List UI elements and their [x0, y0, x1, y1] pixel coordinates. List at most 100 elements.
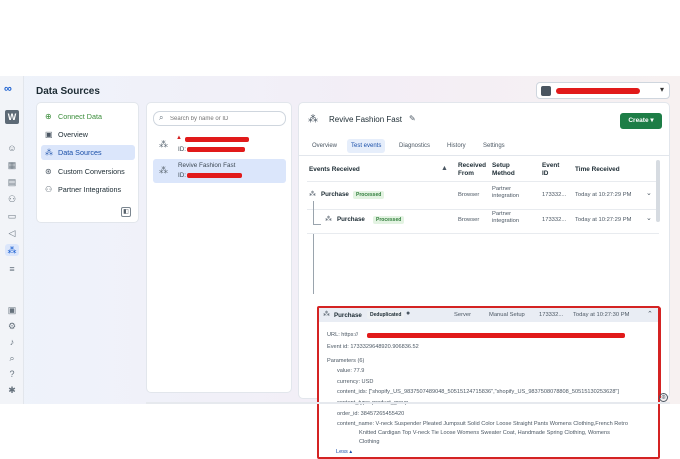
header-line: Setup — [492, 162, 510, 169]
nav-overview[interactable]: ▣ Overview — [41, 127, 135, 142]
header-line: ID — [542, 170, 549, 177]
grid-icon[interactable]: ▦ — [6, 159, 18, 171]
status-badge: Processed — [373, 216, 405, 224]
header-line: Received — [458, 162, 487, 169]
param-content-name: content_name: V-neck Suspender Pleated J… — [337, 421, 628, 427]
create-label: Create — [628, 117, 649, 124]
source-item-selected[interactable]: ⁂ Revive Fashion Fast ID: — [153, 159, 286, 183]
horizontal-scrollbar[interactable] — [306, 379, 660, 383]
chevron-up-icon[interactable]: ⌃ — [647, 310, 653, 318]
globe-help-icon[interactable]: ◍ — [659, 393, 668, 402]
tab-settings[interactable]: Settings — [479, 139, 509, 153]
event-id-detail: Event id: 1733329648920.906836.52 — [327, 344, 419, 350]
panel-title: Revive Fashion Fast — [329, 115, 402, 124]
tab-diagnostics[interactable]: Diagnostics — [395, 139, 434, 153]
smiley-icon[interactable]: ☺ — [6, 142, 18, 154]
data-source-icon: ⁂ — [308, 114, 318, 125]
conversions-icon: ⊛ — [45, 167, 52, 176]
column-time-received[interactable]: Time Received — [575, 166, 620, 174]
nav-data-sources[interactable]: ⁂ Data Sources — [41, 145, 135, 160]
url-label: URL: https:// — [327, 332, 359, 338]
status-badge: Deduplicated — [367, 311, 405, 319]
data-sources-icon[interactable]: ⁂ — [5, 244, 19, 256]
menu-icon[interactable]: ≡ — [6, 263, 18, 275]
help-icon[interactable]: ? — [6, 368, 18, 380]
data-source-icon: ⁂ — [159, 139, 168, 149]
setup-method-value: Partner integration — [492, 211, 519, 225]
nav-label: Connect Data — [58, 112, 102, 121]
tab-test-events[interactable]: Test events — [347, 139, 386, 153]
param-value: value: 77.9 — [337, 368, 365, 374]
event-id-value: 173332... — [539, 312, 564, 318]
chevron-down-icon: ▾ — [659, 85, 664, 94]
column-events-received[interactable]: Events Received — [309, 166, 360, 174]
account-selector[interactable]: ▾ — [536, 82, 670, 99]
redacted-source-name — [185, 137, 249, 142]
column-event-id[interactable]: Event ID — [542, 162, 559, 178]
param-content-name-cont: Clothing — [359, 439, 380, 445]
nav-custom-conversions[interactable]: ⊛ Custom Conversions — [41, 164, 135, 179]
header-line: Method — [492, 170, 515, 177]
card-icon[interactable]: ▭ — [6, 210, 18, 222]
search-input[interactable] — [153, 111, 286, 126]
tree-connector — [313, 234, 314, 294]
tree-connector — [313, 201, 314, 225]
document-icon[interactable]: ▤ — [6, 176, 18, 188]
megaphone-icon[interactable]: ◁ — [6, 227, 18, 239]
bug-icon[interactable]: ✱ — [6, 384, 18, 396]
column-received-from[interactable]: Received From — [458, 162, 486, 178]
param-content-ids: content_ids: ["shopify_US_9837507489048_… — [337, 389, 619, 395]
global-nav-rail: ∞ W ☺ ▦ ▤ ⚇ ▭ ◁ ⁂ ≡ ▣ ⚙ ♪ ⌕ ? ✱ — [0, 76, 24, 404]
collapse-sidebar-icon[interactable]: ◧ — [121, 207, 131, 217]
plus-circle-icon: ⊕ — [45, 112, 52, 121]
event-node-icon: ⁂ — [323, 311, 330, 318]
row-divider — [307, 209, 659, 210]
nav-connect-data[interactable]: ⊕ Connect Data — [41, 109, 135, 124]
row-divider — [307, 233, 659, 234]
search-icon[interactable]: ⌕ — [6, 352, 18, 364]
parameters-heading: Parameters (6) — [327, 358, 365, 364]
time-received-value: Today at 10:27:29 PM — [575, 217, 632, 223]
setup-line: integration — [492, 218, 520, 224]
event-node-icon: ⁂ — [325, 216, 332, 223]
source-item[interactable]: ⁂ ▲ ID: — [153, 133, 286, 157]
event-name: Purchase — [334, 312, 362, 319]
redacted-url — [367, 333, 625, 338]
section-nav: ⊕ Connect Data ▣ Overview ⁂ Data Sources… — [36, 102, 139, 223]
event-node-icon: ⁂ — [309, 191, 316, 198]
nav-partner-integrations[interactable]: ⚇ Partner Integrations — [41, 182, 135, 197]
data-sources-list: ⌕ ⁂ ▲ ID: ⁂ Revive Fashion Fast ID: — [146, 102, 292, 393]
less-link[interactable]: Less ▴ — [336, 449, 352, 455]
bell-icon[interactable]: ♪ — [6, 336, 18, 348]
info-icon[interactable]: ● — [406, 310, 410, 317]
tab-divider — [299, 155, 669, 156]
tree-connector — [313, 224, 321, 225]
tab-history[interactable]: History — [443, 139, 470, 153]
create-button[interactable]: Create ▾ — [620, 113, 662, 129]
table-row-expanded[interactable]: ⁂ Purchase Deduplicated ● Server Manual … — [319, 308, 658, 322]
param-order-id: order_id: 38457265455420 — [337, 411, 405, 417]
settings-icon[interactable]: ⚙ — [6, 320, 18, 332]
nav-label: Data Sources — [58, 148, 102, 157]
event-name: Purchase — [337, 216, 365, 223]
event-id-value: 173332... — [542, 192, 567, 198]
pencil-icon[interactable]: ✎ — [409, 114, 416, 123]
vertical-scrollbar[interactable] — [656, 160, 660, 222]
time-received-value: Today at 10:27:29 PM — [575, 192, 632, 198]
event-url: URL: https:// — [327, 332, 358, 339]
redacted-source-id — [187, 173, 242, 178]
page-icon[interactable]: ▣ — [6, 304, 18, 316]
redacted-source-id — [187, 147, 245, 152]
account-avatar — [541, 86, 551, 96]
people-icon[interactable]: ⚇ — [6, 193, 18, 205]
chevron-down-icon[interactable]: ⌄ — [646, 214, 652, 222]
tab-overview[interactable]: Overview — [308, 139, 341, 153]
header-line: From — [458, 170, 474, 177]
time-received-value: Today at 10:27:30 PM — [573, 312, 630, 318]
column-setup-method[interactable]: Setup Method — [492, 162, 515, 178]
chevron-down-icon[interactable]: ⌄ — [646, 189, 652, 197]
search-icon: ⌕ — [159, 113, 164, 122]
meta-logo-icon[interactable]: ∞ — [4, 83, 12, 95]
business-avatar[interactable]: W — [5, 110, 19, 124]
data-sources-icon: ⁂ — [45, 148, 53, 157]
